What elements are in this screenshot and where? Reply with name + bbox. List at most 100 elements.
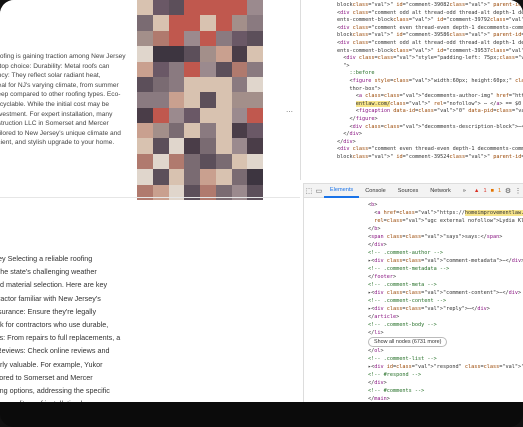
dom-line[interactable]: </ol> [368,347,523,355]
dom-line[interactable]: blockclass="val">" id="comment-39586clas… [337,32,523,40]
dom-line-text: </div> [337,138,356,145]
dom-tree-top[interactable]: blockclass="val">" id="comment-39082clas… [301,0,523,161]
image-pixel [215,107,232,124]
dom-line[interactable]: <div class=class="val">"style="padding-l… [337,55,523,63]
dom-line[interactable]: ▸<div class=class="val">"comment-metadat… [368,257,523,265]
image-pixel [215,76,232,93]
dom-line[interactable]: ::before [337,70,523,78]
dom-line-text: </div> [368,380,387,386]
image-pixel [184,15,201,32]
dom-line[interactable]: <!-- #comments --> [368,387,523,395]
image-pixel [215,153,232,170]
image-pixel [247,61,263,78]
error-icon[interactable]: ▲ [472,188,482,194]
tab-network[interactable]: Network [424,184,457,198]
image-pixel [168,15,185,32]
dom-line-text: ▸<div class=class="val">"comment-content… [368,290,522,296]
image-pixel [231,153,248,170]
article-paragraph-bottom: rsey Selecting a reliable roofing . The … [0,200,300,402]
dom-line[interactable]: </li> [368,329,523,337]
image-pixel [231,46,248,63]
article-line: nstruction LLC in Somerset and Mercer [0,120,109,128]
dom-tree-bottom[interactable]: <b> <a href=class="val">"https://homeimp… [304,198,523,402]
dom-line[interactable]: </footer> [368,273,523,281]
dom-line[interactable]: <span class=class="val">"says">says:</sp… [368,233,523,241]
dom-line[interactable]: ▸<div id=class="val">"respond" class=cla… [368,363,523,371]
device-toolbar-icon[interactable]: ▭ [314,184,324,198]
tab-sources[interactable]: Sources [392,184,425,198]
dom-line[interactable]: ▸<div class=class="val">"comment-content… [368,289,523,297]
article-line: ces: From repairs to full replacements, … [0,333,121,343]
inspect-icon[interactable]: ⬚ [304,184,314,198]
dom-line[interactable]: <div class=class="val">"decomments-descr… [337,124,523,132]
dom-line-text: blockclass="val">" id="comment-39082clas… [337,2,523,8]
dom-line[interactable]: <!-- .comment-meta --> [368,281,523,289]
dom-line[interactable]: <!-- .comment-author --> [368,249,523,257]
settings-gear-icon[interactable]: ⚙ [503,184,513,198]
tab-console[interactable]: Console [359,184,392,198]
article-line: deal for NJ's varying climate, from summ… [0,81,119,89]
dom-line[interactable]: ▸<div class=class="val">"reply">⋯</div> [368,305,523,313]
dom-line[interactable]: <a class=class="val">"decomments-author-… [337,93,523,101]
warning-icon[interactable]: ■ [489,188,496,194]
image-pixel [200,153,217,170]
dom-line-text: <div class="comment even thread-even dep… [337,24,523,31]
dom-line[interactable]: </article> [368,313,523,321]
dom-line[interactable]: blockclass="val">" id="comment-39524clas… [337,154,523,162]
dom-line-text: <div class="comment odd alt thread-odd t… [337,9,523,16]
show-all-nodes-button[interactable]: Show all nodes (6731 more) [368,337,448,347]
dom-line[interactable]: <div class="comment even thread-even dep… [337,25,523,33]
more-tabs-button[interactable]: » [457,184,472,198]
image-pixel [184,92,201,109]
dom-line[interactable]: <!-- .comment-metadata --> [368,265,523,273]
dom-line[interactable]: </div> [337,131,523,139]
dom-line[interactable]: ents-comment-blockclass="val">" id="comm… [337,17,523,25]
dom-line[interactable]: <div class="comment odd alt thread-odd t… [337,10,523,18]
dom-line[interactable]: entlaw.com/class="val">" rel="nofollow">… [337,100,523,109]
dom-line[interactable]: </div> [337,139,523,147]
warning-count: 1 [497,187,502,194]
dom-line[interactable]: ents-comment-blockclass="val">" id="comm… [337,48,523,56]
image-pixel [200,61,217,78]
dom-line[interactable]: thor-box"> [337,86,523,94]
dom-line[interactable]: </figure> [337,116,523,124]
dom-node-ellipsis[interactable]: ⋯ [286,108,293,116]
dom-line-text: ents-comment-blockclass="val">" id="comm… [337,47,523,54]
dom-line-text: <!-- .comment-content --> [368,298,447,304]
dom-line[interactable]: </div> [368,241,523,249]
dom-line-text: <span class=class="val">"says">says:</sp… [368,234,503,240]
dom-line[interactable]: rel=class="val">"ugc external nofollow">… [368,217,523,225]
dom-line[interactable]: <figcaption data-id=class="val">"0" data… [337,108,523,116]
image-pixel [184,61,201,78]
devtools-panel[interactable]: ⬚ ▭ Elements Console Sources Network » ▲… [303,183,523,402]
dom-line[interactable]: <a href=class="val">"https://homeimprove… [368,209,523,217]
tab-elements[interactable]: Elements [323,184,360,198]
dom-line[interactable]: <!-- .comment-content --> [368,297,523,305]
image-pixel [137,0,154,16]
image-pixel [168,76,185,93]
dom-line[interactable]: "> [337,63,523,71]
image-pixel [152,76,169,93]
image-pixel [168,153,185,170]
dom-line-text: </ol> [368,348,384,354]
dom-line[interactable]: Show all nodes (6731 more) [368,337,523,347]
dom-line-text: <!-- .comment-author --> [368,250,443,256]
dom-line-text: <!-- .comment-meta --> [368,282,437,288]
dom-line[interactable]: <!-- .comment-list --> [368,355,523,363]
dom-line[interactable]: <div class="comment odd alt thread-odd t… [337,40,523,48]
dom-line[interactable]: <!-- #respond --> [368,371,523,379]
devtools-elements-top[interactable]: blockclass="val">" id="comment-39082clas… [300,0,523,180]
dom-line[interactable]: <!-- .comment-body --> [368,321,523,329]
dom-line[interactable]: <b> [368,201,523,209]
dom-line[interactable]: </div> [368,379,523,387]
dom-line-text: <figure style=class="val">"width:60px; h… [337,77,523,84]
dom-line[interactable]: <figure style=class="val">"width:60px; h… [337,78,523,86]
image-pixel [215,46,232,63]
image-pixel [200,169,217,186]
dom-line[interactable]: <div class="comment even thread-even dep… [337,146,523,154]
dom-line[interactable]: </b> [368,225,523,233]
image-pixel [137,30,154,47]
dom-line[interactable]: </main> [368,395,523,402]
more-vert-icon[interactable]: ⋮ [513,184,523,198]
dom-line[interactable]: blockclass="val">" id="comment-39082clas… [337,2,523,10]
